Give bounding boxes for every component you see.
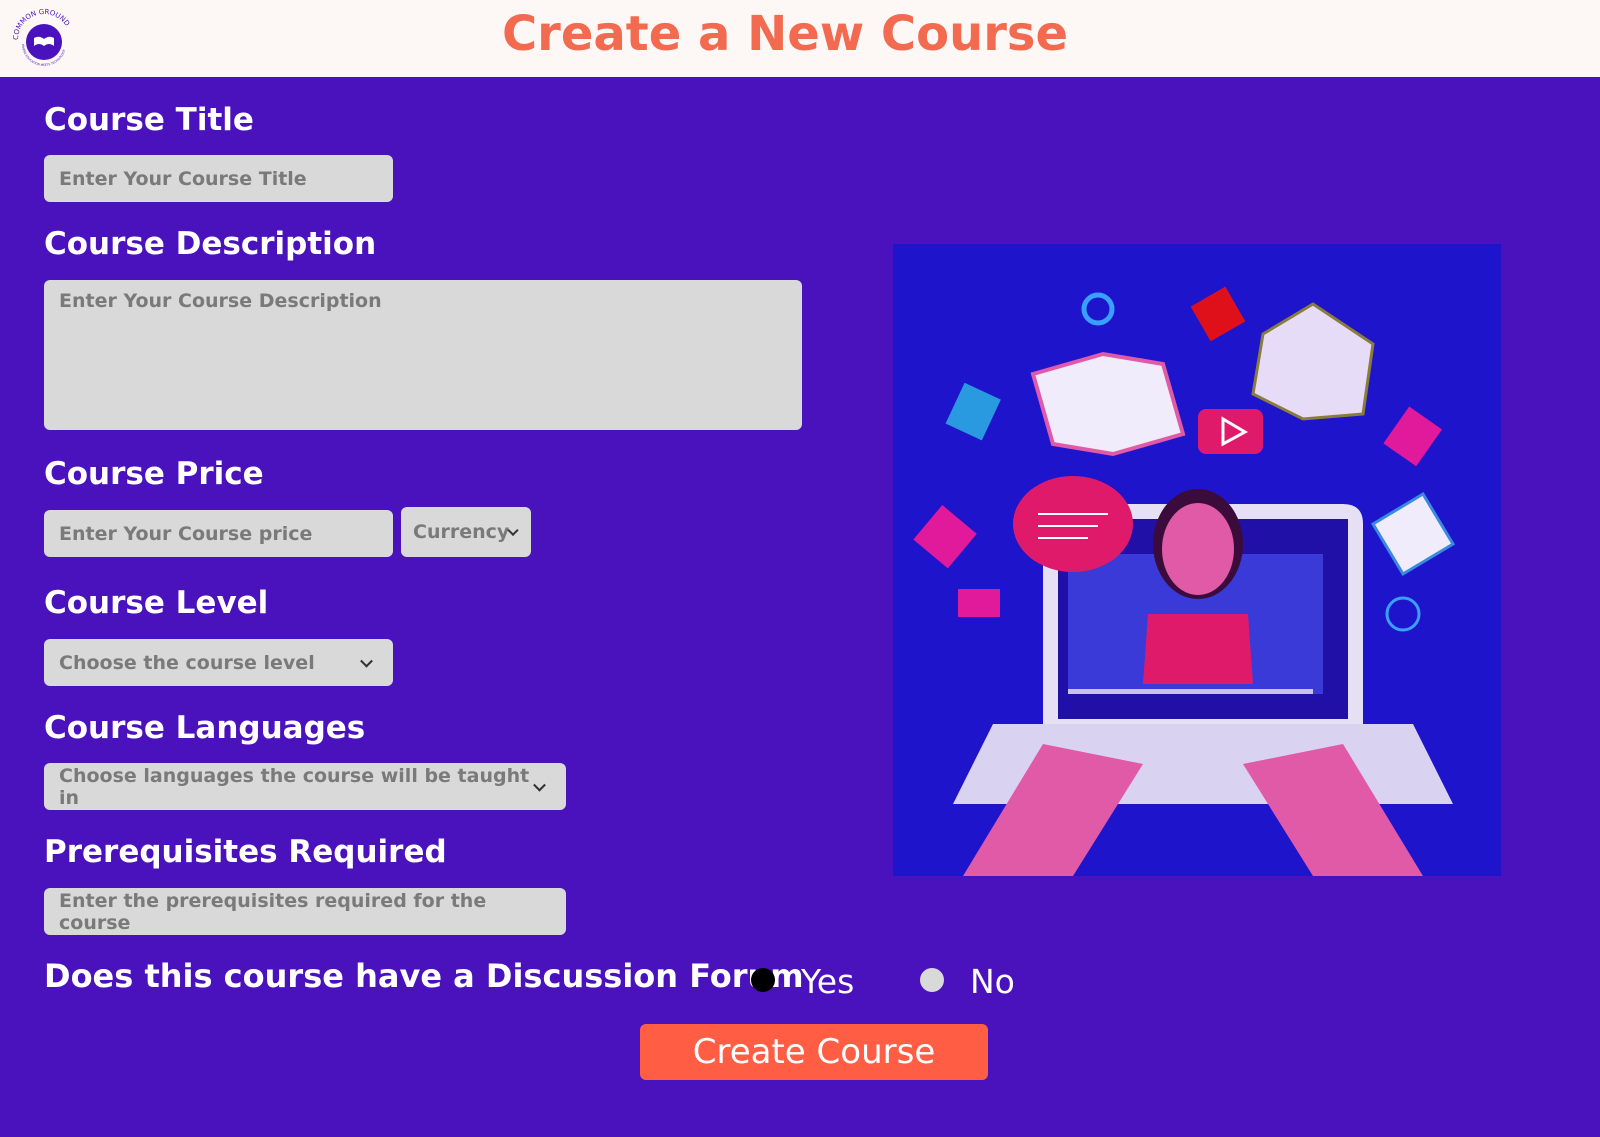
- course-level-label: Course Level: [44, 585, 269, 621]
- discussion-forum-label: Does this course have a Discussion Forum: [44, 957, 804, 995]
- header: COMMON GROUND WHERE EDUCATION MEETS TECH…: [0, 0, 1600, 77]
- course-languages-value: Choose languages the course will be taug…: [59, 764, 530, 809]
- forum-yes-radio[interactable]: [751, 968, 775, 992]
- course-languages-select[interactable]: Choose languages the course will be taug…: [44, 763, 566, 810]
- course-languages-label: Course Languages: [44, 710, 366, 746]
- course-level-select[interactable]: Choose the course level: [44, 639, 393, 686]
- online-learning-illustration: [893, 244, 1501, 876]
- prerequisites-label: Prerequisites Required: [44, 834, 447, 870]
- currency-value: Currency: [413, 521, 510, 543]
- course-description-input[interactable]: Enter Your Course Description: [44, 280, 802, 430]
- forum-no-label: No: [970, 962, 1015, 1001]
- create-course-button[interactable]: Create Course: [640, 1024, 988, 1080]
- page-title: Create a New Course: [501, 6, 1069, 62]
- chevron-down-icon: [360, 654, 373, 668]
- forum-no-radio[interactable]: [920, 968, 944, 992]
- course-title-label: Course Title: [44, 102, 254, 138]
- course-description-label: Course Description: [44, 226, 377, 262]
- course-price-input[interactable]: Enter Your Course price: [44, 510, 393, 557]
- currency-select[interactable]: Currency: [401, 507, 531, 557]
- course-title-input[interactable]: Enter Your Course Title: [44, 155, 393, 202]
- course-price-label: Course Price: [44, 456, 264, 492]
- course-level-value: Choose the course level: [59, 651, 315, 674]
- forum-yes-label: Yes: [801, 962, 855, 1001]
- prerequisites-input[interactable]: Enter the prerequisites required for the…: [44, 888, 566, 935]
